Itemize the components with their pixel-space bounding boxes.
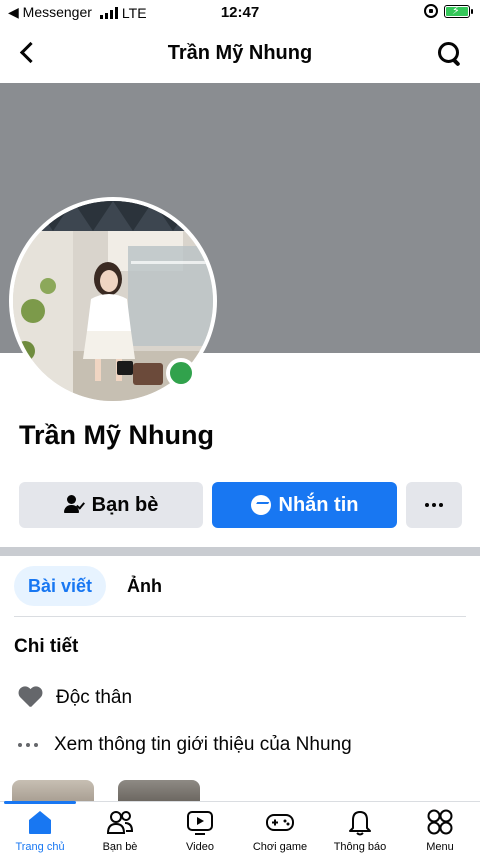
- nav-video-label: Video: [186, 841, 214, 853]
- tab-photos[interactable]: Ảnh: [113, 566, 176, 606]
- friends-icon: [106, 811, 134, 834]
- nav-notifications[interactable]: Thông báo: [320, 808, 400, 853]
- bottom-navigation: Trang chủ Bạn bè Video Chơi game Thông b…: [0, 801, 480, 853]
- nav-home-label: Trang chủ: [15, 841, 65, 853]
- friend-check-icon: [63, 495, 85, 515]
- about-info-text: Xem thông tin giới thiệu của Nhung: [54, 734, 352, 755]
- nav-video[interactable]: Video: [160, 808, 240, 853]
- home-icon: [29, 811, 51, 834]
- top-app-bar: Trần Mỹ Nhung: [0, 28, 480, 80]
- online-status-dot: [166, 358, 196, 388]
- status-bar: ◀ Messenger LTE 12:47 ⚡: [0, 0, 480, 26]
- nav-gaming-label: Chơi game: [252, 841, 308, 853]
- nav-home[interactable]: Trang chủ: [0, 808, 80, 853]
- relationship-text: Độc thân: [56, 687, 133, 708]
- more-options-button[interactable]: [406, 482, 462, 528]
- friends-button[interactable]: Bạn bè: [19, 482, 203, 528]
- tab-posts[interactable]: Bài viết: [14, 566, 107, 606]
- gaming-icon: [266, 814, 294, 831]
- photo-thumbnail[interactable]: [12, 780, 94, 802]
- about-info-link[interactable]: Xem thông tin giới thiệu của Nhung: [18, 734, 352, 756]
- bell-icon: [349, 811, 371, 836]
- relationship-row: Độc thân: [18, 687, 132, 709]
- clock: 12:47: [220, 4, 260, 21]
- heart-icon: [18, 687, 42, 709]
- nav-friends[interactable]: Bạn bè: [80, 808, 160, 853]
- message-button-label: Nhắn tin: [278, 493, 359, 516]
- photo-thumbnail[interactable]: [118, 780, 200, 802]
- page-title: Trần Mỹ Nhung: [167, 42, 313, 64]
- nav-gaming[interactable]: Chơi game: [240, 808, 320, 853]
- section-separator: [0, 547, 480, 556]
- menu-grid-icon: [427, 809, 453, 835]
- orientation-lock-icon: [424, 4, 438, 18]
- video-icon: [187, 811, 213, 835]
- nav-notifications-label: Thông báo: [333, 841, 387, 853]
- nav-menu[interactable]: Menu: [400, 808, 480, 853]
- search-icon[interactable]: [436, 40, 464, 68]
- messenger-icon: [250, 495, 271, 515]
- battery-icon: ⚡: [444, 4, 473, 18]
- details-heading: Chi tiết: [14, 636, 79, 657]
- more-icon: [425, 503, 443, 507]
- ellipsis-icon: [18, 743, 40, 747]
- active-tab-indicator: [4, 801, 76, 804]
- nav-friends-label: Bạn bè: [102, 841, 138, 853]
- message-button[interactable]: Nhắn tin: [212, 482, 397, 528]
- divider: [14, 616, 466, 617]
- nav-menu-label: Menu: [426, 841, 454, 853]
- profile-name: Trần Mỹ Nhung: [19, 420, 214, 450]
- friends-button-label: Bạn bè: [91, 493, 159, 516]
